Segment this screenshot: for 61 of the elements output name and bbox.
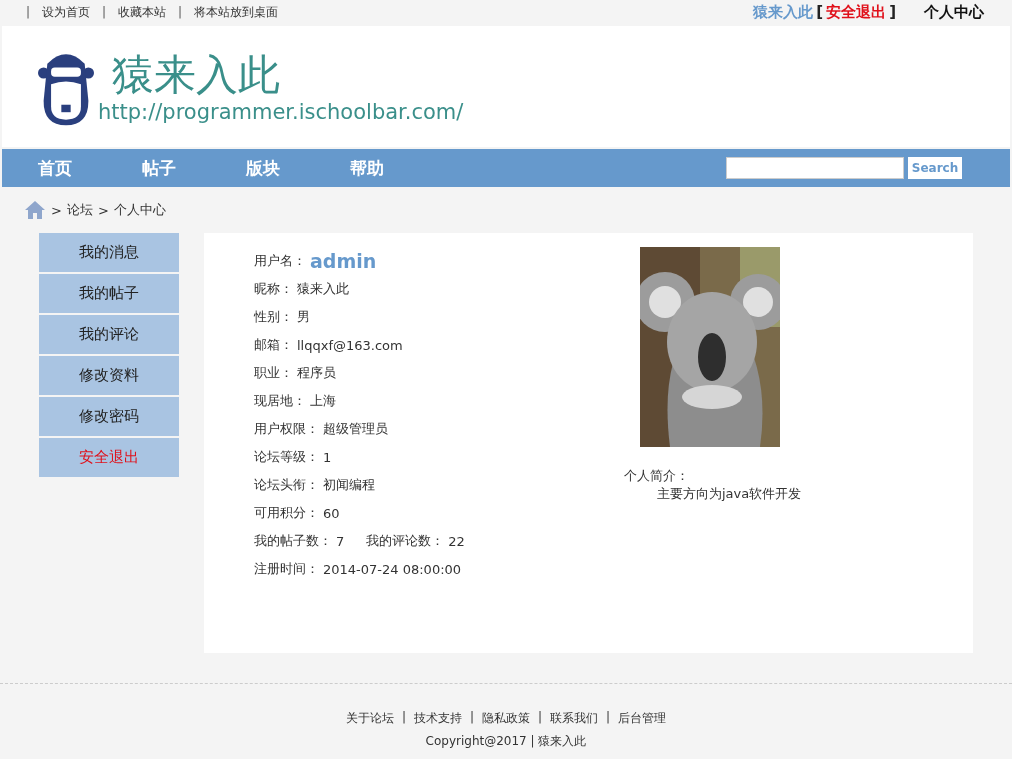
bracket: [ [816, 3, 824, 21]
search-field[interactable] [726, 157, 904, 179]
field-label: 我的评论数： [366, 532, 445, 550]
field-value: admin [310, 250, 377, 272]
logout-link[interactable]: 安全退出 [826, 2, 887, 22]
separator: | [538, 710, 543, 726]
field-value: 2014-07-24 08:00:00 [323, 561, 462, 577]
field-value: llqqxf@163.com [297, 337, 403, 353]
field-value: 60 [323, 505, 340, 521]
sidebar-item[interactable]: 我的评论 [39, 315, 179, 354]
separator: | [606, 710, 611, 726]
field-label: 用户名： [254, 252, 306, 270]
top-link[interactable]: 收藏本站 [118, 3, 167, 21]
footer-link[interactable]: 关于论坛 [345, 710, 394, 727]
separator: | [401, 710, 406, 726]
field-value: 程序员 [297, 364, 336, 382]
field-label: 性别： [254, 308, 293, 326]
sidebar-item[interactable]: 我的消息 [39, 233, 179, 272]
field-label: 注册时间： [254, 560, 319, 578]
bracket: ] [889, 3, 896, 21]
footer-link[interactable]: 联系我们 [550, 710, 599, 727]
field-label: 用户权限： [254, 420, 319, 438]
field-value: 猿来入此 [297, 280, 349, 298]
separator: | [469, 710, 474, 726]
profile-link[interactable]: 个人中心 [924, 2, 984, 22]
breadcrumb-separator: > [97, 202, 109, 218]
breadcrumb-link[interactable]: 论坛 [66, 201, 93, 219]
footer-link[interactable]: 后台管理 [618, 710, 667, 727]
separator: | [178, 5, 183, 19]
field-value: 超级管理员 [323, 420, 388, 438]
separator: | [102, 5, 107, 19]
field-value: 男 [297, 308, 310, 326]
separator: | [26, 5, 31, 19]
footer-link[interactable]: 隐私政策 [482, 710, 530, 727]
field-label: 论坛头衔： [254, 476, 319, 494]
copyright-text: Copyright@2017 | 猿来入此 [425, 733, 587, 750]
footer-link[interactable]: 技术支持 [413, 710, 462, 727]
site-name: 猿来入此 [112, 49, 281, 100]
field-value: 初闻编程 [323, 476, 375, 494]
site-url: http://programmer.ischoolbar.com/ [98, 99, 464, 124]
field-label: 论坛等级： [254, 448, 319, 466]
field-value: 上海 [310, 392, 336, 410]
field-value: 7 [336, 533, 345, 549]
sidebar-item[interactable]: 我的帖子 [39, 274, 179, 313]
top-link[interactable]: 设为首页 [42, 3, 91, 21]
top-link[interactable]: 将本站放到桌面 [194, 3, 279, 21]
breadcrumb-separator: > [51, 202, 62, 218]
sidebar-item[interactable]: 修改资料 [39, 356, 179, 395]
field-value: 22 [448, 533, 465, 549]
breadcrumb-link[interactable]: 个人中心 [113, 201, 166, 219]
home-icon[interactable] [24, 200, 46, 220]
field-label: 邮箱： [254, 336, 293, 354]
field-label: 我的帖子数： [254, 532, 332, 550]
bio-text: 主要方向为java软件开发 [657, 485, 802, 503]
field-label: 昵称： [254, 280, 293, 298]
field-label: 职业： [254, 364, 293, 382]
field-label: 可用积分： [254, 504, 319, 522]
field-label: 现居地： [254, 392, 306, 410]
sidebar-item[interactable]: 修改密码 [39, 397, 179, 436]
bio-label: 个人简介： [624, 467, 690, 485]
field-value: 1 [323, 449, 332, 465]
